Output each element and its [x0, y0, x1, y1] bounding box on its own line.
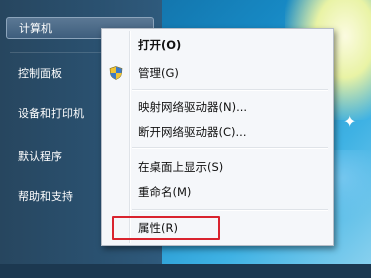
menu-separator [132, 209, 328, 211]
properties-highlight-box [112, 216, 220, 240]
menu-item-manage[interactable]: 管理(G) [138, 63, 179, 83]
start-item-label: 设备和打印机 [18, 107, 84, 120]
context-menu-gutter [129, 31, 131, 243]
start-item-label: 计算机 [19, 22, 52, 35]
start-item-label: 控制面板 [18, 67, 62, 80]
menu-item-open[interactable]: 打开(O) [138, 35, 181, 55]
start-item-label: 默认程序 [18, 150, 62, 163]
shield-icon [109, 66, 123, 80]
sparkle-icon: ✦ [343, 112, 357, 131]
menu-separator [132, 89, 328, 91]
taskbar-edge [0, 264, 371, 278]
menu-item-disconnect-network-drive[interactable]: 断开网络驱动器(C)... [138, 122, 246, 142]
context-menu: 打开(O) 管理(G) 映射网络驱动器(N)... 断开网络驱动器(C)... … [101, 28, 334, 246]
start-item-label: 帮助和支持 [18, 190, 73, 203]
menu-item-show-on-desktop[interactable]: 在桌面上显示(S) [138, 157, 223, 177]
menu-separator [132, 147, 328, 149]
menu-item-rename[interactable]: 重命名(M) [138, 182, 191, 202]
menu-item-map-network-drive[interactable]: 映射网络驱动器(N)... [138, 97, 247, 117]
